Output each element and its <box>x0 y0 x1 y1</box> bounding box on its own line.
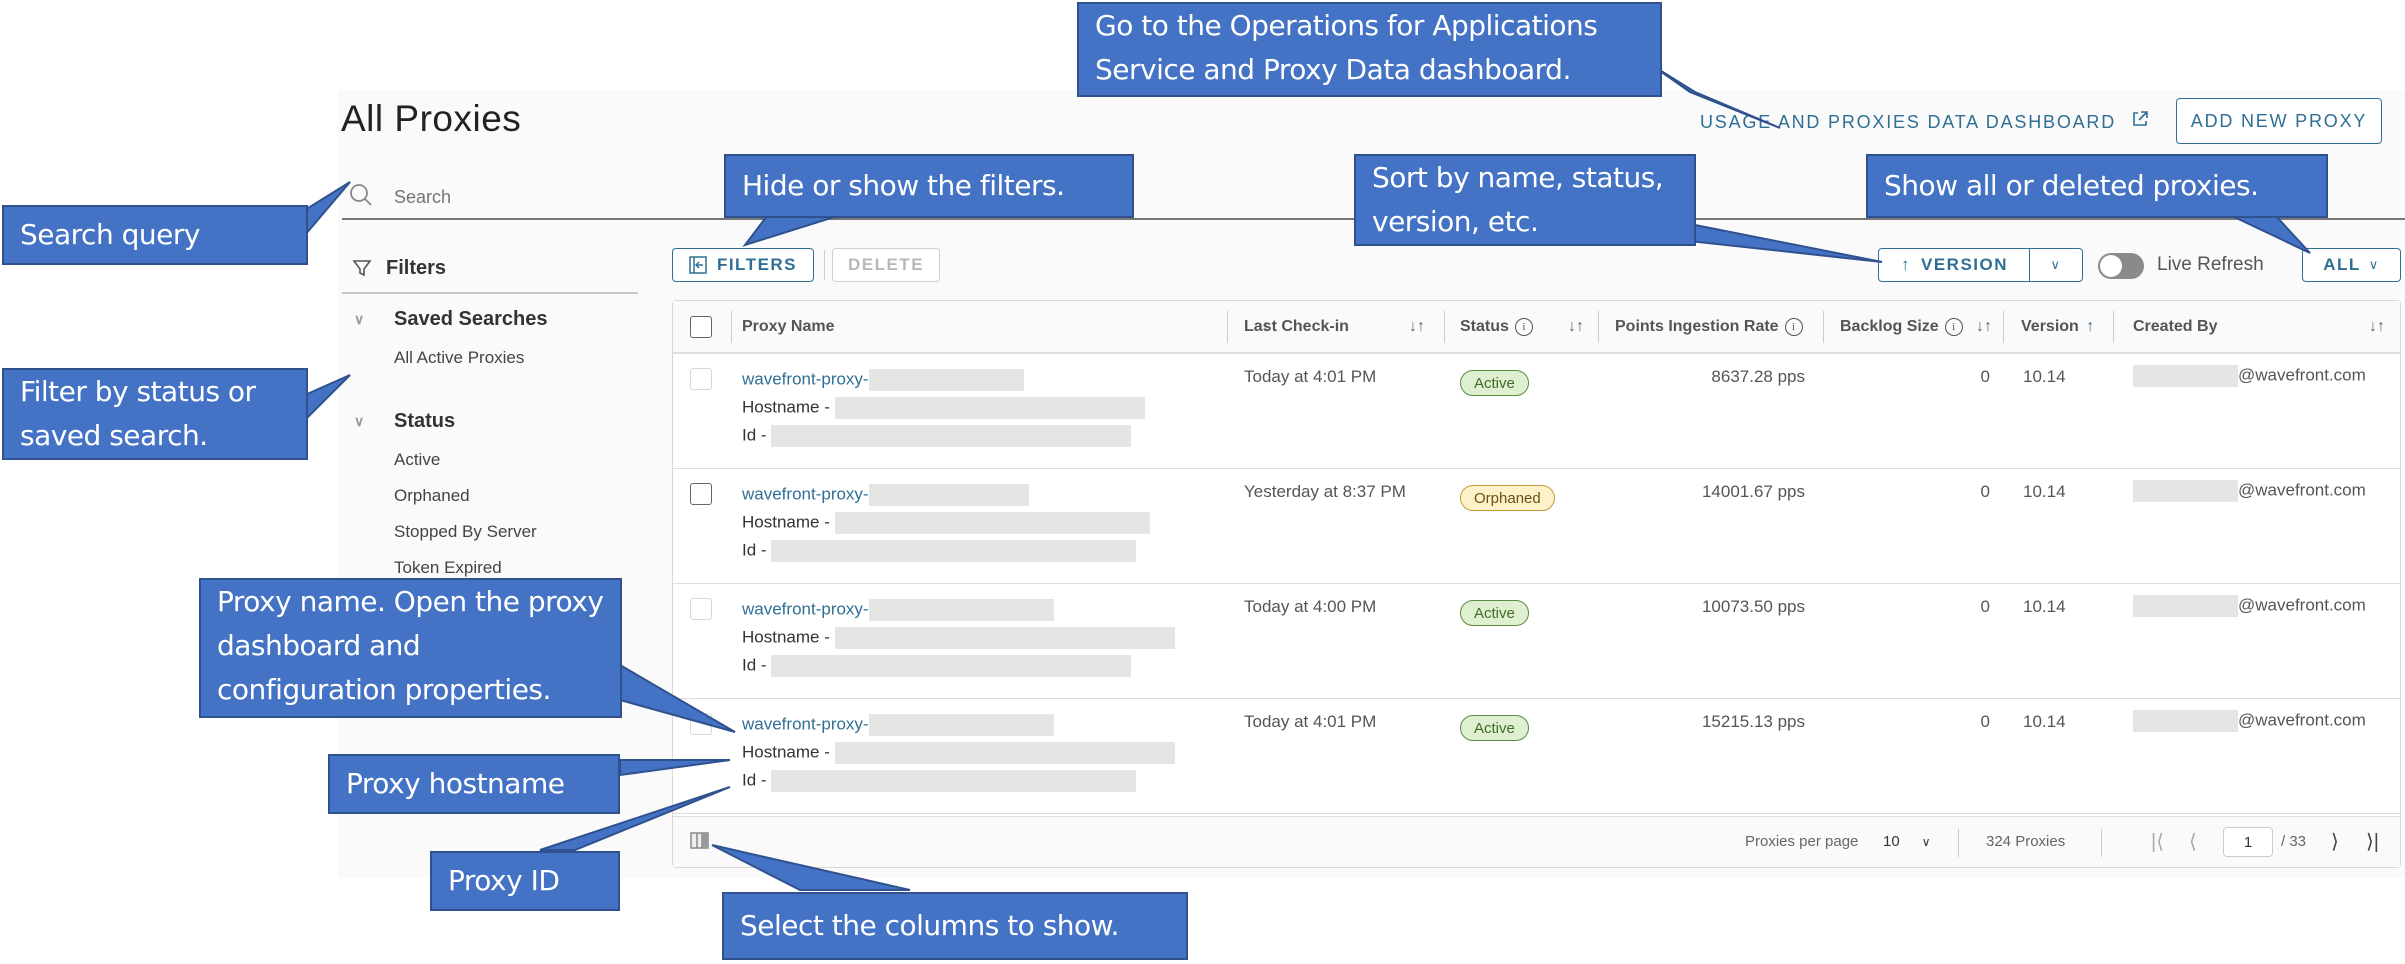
pointer-filter-by <box>304 374 351 423</box>
callout-filters-toggle: Hide or show the filters. <box>724 154 1134 218</box>
callout-search: Search query <box>2 205 308 265</box>
pointer-columns <box>711 844 911 891</box>
callout-proxy-name: Proxy name. Open the proxy dashboard and… <box>199 578 622 718</box>
callout-filter-by: Filter by status or saved search. <box>2 368 308 460</box>
callout-proxy-id: Proxy ID <box>430 851 620 911</box>
callout-columns: Select the columns to show. <box>722 892 1188 960</box>
callout-sort: Sort by name, status, version, etc. <box>1354 154 1696 246</box>
pointer-scope <box>2229 214 2311 254</box>
callout-hostname: Proxy hostname <box>328 754 620 814</box>
callout-pointers <box>304 63 2311 891</box>
pointer-proxy-name <box>619 663 736 733</box>
pointer-hostname <box>619 759 731 777</box>
pointer-dashboard <box>1649 63 1781 129</box>
callout-scope: Show all or deleted proxies. <box>1866 154 2328 218</box>
callout-dashboard: Go to the Operations for Applications Se… <box>1077 2 1662 97</box>
pointer-search <box>304 181 351 238</box>
